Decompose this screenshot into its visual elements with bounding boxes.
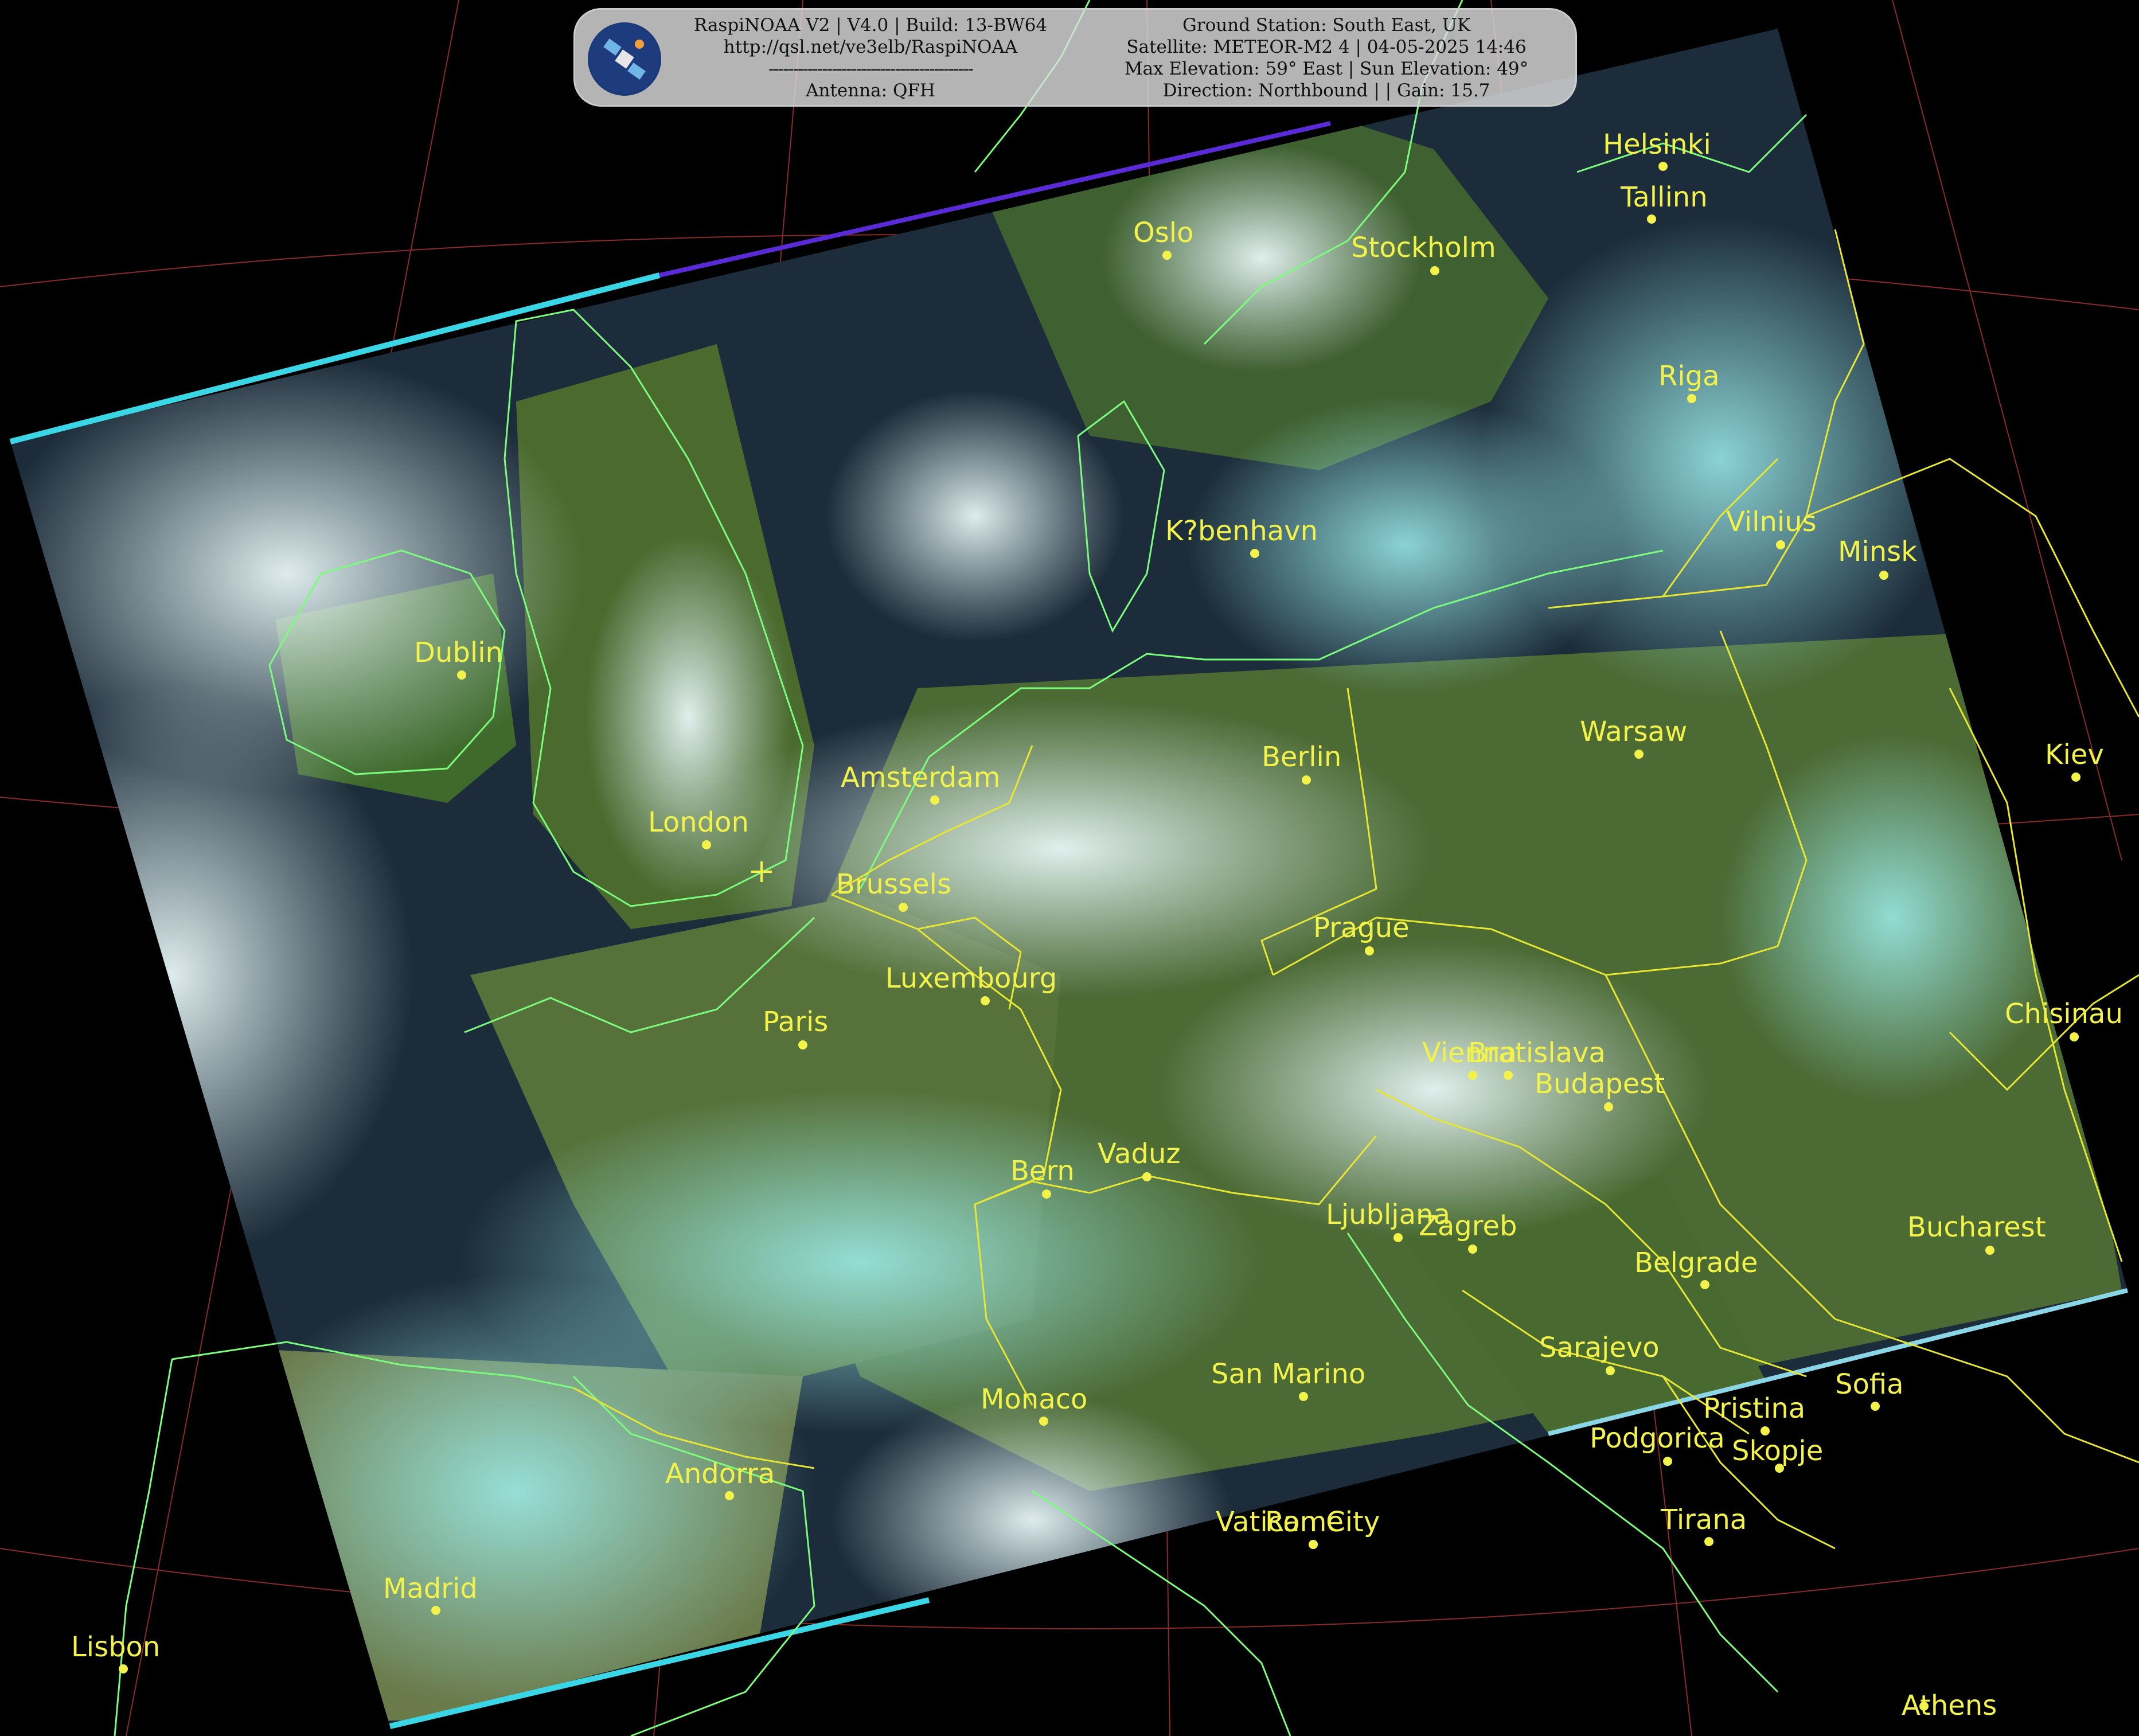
city-label-stockholm: Stockholm [1351, 232, 1496, 264]
banner-right-line: Direction: Northbound | | Gain: 15.7 [1162, 80, 1490, 101]
city-dot-stockholm [1430, 266, 1439, 275]
banner-right-line: Satellite: METEOR-M2 4 | 04-05-2025 14:4… [1126, 37, 1527, 57]
city-dot-bucharest [1985, 1246, 1994, 1255]
city-label-brussels: Brussels [836, 868, 951, 900]
city-dot-vienna [1468, 1071, 1477, 1080]
city-dot-zagreb [1468, 1245, 1477, 1254]
city-dot-bratislava [1504, 1071, 1513, 1080]
city-dot-berlin [1302, 775, 1311, 785]
city-dot-dublin [457, 670, 466, 680]
city-label-sofia: Sofia [1835, 1368, 1903, 1400]
city-label-luxembourg: Luxembourg [885, 962, 1057, 994]
city-dot-kiev [2071, 773, 2081, 782]
city-dot-andorra [725, 1491, 734, 1500]
city-label-rome: Rome [1265, 1506, 1344, 1538]
city-dot-prague [1365, 946, 1374, 955]
city-dot-brussels [899, 903, 908, 912]
city-label-bratislava: Bratislava [1468, 1037, 1606, 1069]
city-label-paris: Paris [763, 1006, 828, 1038]
city-label-berlin: Berlin [1262, 741, 1341, 773]
city-dot-sofia [1871, 1402, 1880, 1411]
banner-right-line: Max Elevation: 59° East | Sun Elevation:… [1124, 58, 1529, 79]
city-label-sarajevo: Sarajevo [1539, 1332, 1660, 1364]
city-dot-podgorica [1663, 1457, 1672, 1466]
city-label-athens: Athens [1902, 1690, 1997, 1722]
banner-right-column: Ground Station: South East, UK Satellite… [1080, 14, 1573, 102]
satellite-map: Helsinki Tallinn Oslo Stockholm Riga K?benhav… [0, 0, 2139, 1736]
city-label-prague: Prague [1313, 912, 1410, 944]
city-dot-monaco [1039, 1417, 1048, 1426]
satellite-icon [588, 22, 661, 96]
city-label-madrid: Madrid [383, 1573, 478, 1605]
city-label-san-marino: San Marino [1211, 1358, 1365, 1390]
city-label-warsaw: Warsaw [1580, 716, 1687, 748]
city-dot-pristina [1761, 1426, 1770, 1435]
city-dot-oslo [1162, 251, 1172, 260]
city-dot-luxembourg [981, 996, 990, 1005]
banner-left-line: RaspiNOAA V2 | V4.0 | Build: 13-BW64 [693, 15, 1048, 36]
city-dot-amsterdam [930, 795, 939, 805]
city-label-minsk: Minsk [1838, 536, 1917, 568]
city-dot-vilnius [1776, 540, 1785, 549]
city-label-bern: Bern [1010, 1155, 1075, 1187]
banner-left-line[interactable]: http://qsl.net/ve3elb/RaspiNOAA [673, 36, 1068, 58]
city-label-oslo: Oslo [1133, 217, 1194, 249]
city-dot-chisinau [2070, 1032, 2079, 1041]
city-label-helsinki: Helsinki [1603, 128, 1711, 161]
city-label-k-benhavn: K?benhavn [1165, 515, 1318, 547]
city-label-dublin: Dublin [414, 637, 503, 669]
city-label-andorra: Andorra [665, 1458, 775, 1490]
city-label-bucharest: Bucharest [1907, 1211, 2046, 1243]
banner-right-line: Ground Station: South East, UK [1182, 15, 1470, 36]
city-label-riga: Riga [1658, 360, 1720, 392]
city-dot-bern [1042, 1189, 1051, 1199]
city-dot-lisbon [119, 1664, 128, 1673]
city-label-skopje: Skopje [1732, 1435, 1823, 1467]
city-label-tirana: Tirana [1660, 1504, 1747, 1536]
city-label-monaco: Monaco [981, 1383, 1087, 1415]
city-label-vilnius: Vilnius [1726, 506, 1817, 538]
city-label-kiev: Kiev [2045, 739, 2104, 771]
banner-left-column: RaspiNOAA V2 | V4.0 | Build: 13-BW64 htt… [673, 14, 1068, 102]
city-dot-belgrade [1700, 1280, 1709, 1289]
pass-info-banner: RaspiNOAA V2 | V4.0 | Build: 13-BW64 htt… [573, 8, 1577, 107]
city-label-belgrade: Belgrade [1634, 1247, 1758, 1279]
city-label-vaduz: Vaduz [1098, 1138, 1181, 1170]
city-label-zagreb: Zagreb [1419, 1210, 1517, 1242]
city-label-podgorica: Podgorica [1590, 1422, 1725, 1454]
city-dot-tallinn [1647, 214, 1656, 224]
city-dot-budapest [1604, 1102, 1613, 1111]
city-dot-warsaw [1634, 750, 1644, 759]
city-dot-ljubljana [1394, 1233, 1403, 1242]
city-dot-rome [1309, 1540, 1318, 1549]
banner-left-line: Antenna: QFH [806, 80, 935, 101]
city-dot-k-benhavn [1250, 549, 1259, 558]
city-dot-minsk [1879, 571, 1888, 580]
city-dot-london [702, 840, 711, 849]
city-dot-paris [798, 1040, 807, 1050]
city-dot-san-marino [1299, 1392, 1308, 1401]
city-dot-riga [1687, 394, 1696, 403]
city-label-lisbon: Lisbon [71, 1631, 160, 1663]
city-dot-helsinki [1658, 162, 1668, 171]
city-label-budapest: Budapest [1535, 1068, 1665, 1100]
banner-left-line: ----------------------------------------… [768, 58, 974, 79]
city-dot-tirana [1704, 1537, 1713, 1546]
city-label-amsterdam: Amsterdam [841, 762, 1000, 794]
city-dot-vaduz [1142, 1172, 1152, 1181]
city-label-pristina: Pristina [1703, 1392, 1805, 1425]
city-label-chisinau: Chisinau [2005, 998, 2123, 1030]
city-dot-sarajevo [1606, 1366, 1615, 1375]
city-label-london: London [648, 806, 749, 838]
city-label-tallinn: Tallinn [1620, 181, 1708, 213]
city-dot-madrid [431, 1606, 440, 1615]
